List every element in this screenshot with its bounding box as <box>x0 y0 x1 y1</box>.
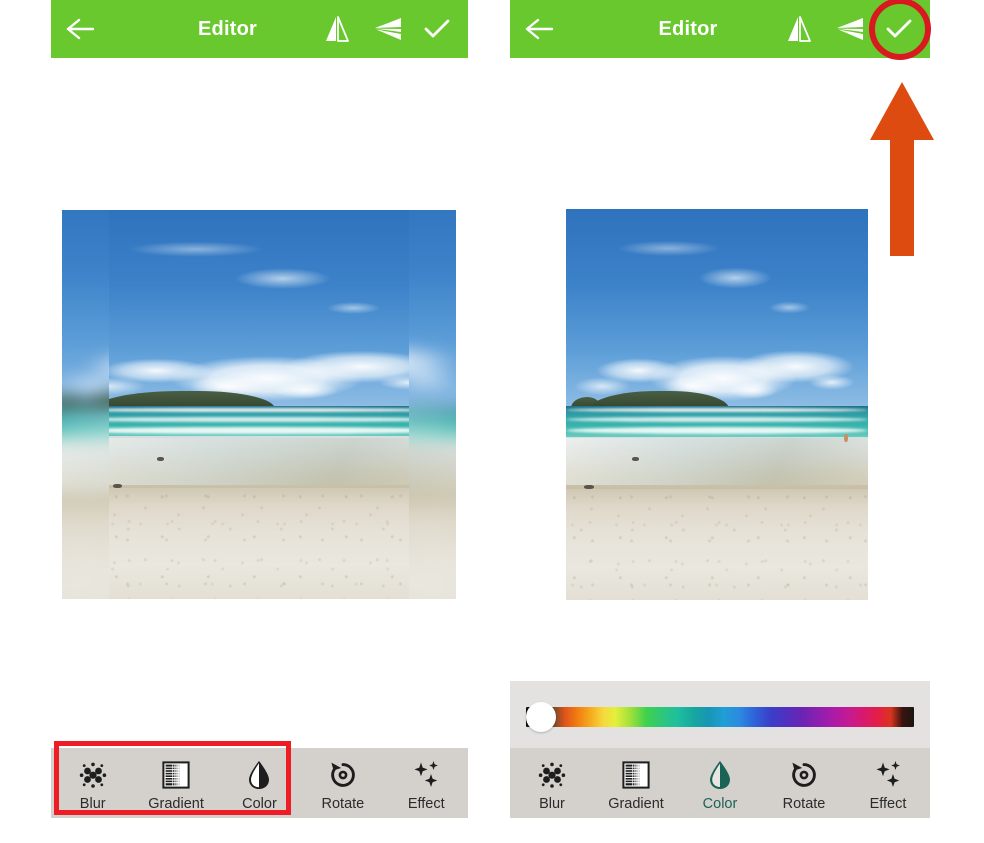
gradient-icon <box>621 758 651 792</box>
blur-dots-icon <box>535 758 569 792</box>
tool-label: Rotate <box>321 796 365 812</box>
tool-label: Effect <box>407 796 445 812</box>
perspective-button[interactable] <box>362 0 412 58</box>
tool-label: Rotate <box>782 796 826 812</box>
color-slider-panel <box>510 681 930 748</box>
app-bar: Editor <box>51 0 468 58</box>
annotation-circle-apply <box>869 0 931 60</box>
blurred-left-wing <box>62 210 109 599</box>
back-button[interactable] <box>51 0 109 58</box>
apply-check-button[interactable] <box>412 0 462 58</box>
sharp-photo-area <box>109 210 409 599</box>
perspective-button[interactable] <box>824 0 874 58</box>
tool-rotate[interactable]: Rotate <box>301 758 384 812</box>
page-title: Editor <box>658 17 718 40</box>
tool-blur[interactable]: Blur <box>510 758 594 812</box>
effect-sparkle-icon <box>410 758 442 792</box>
page-title: Editor <box>198 17 257 40</box>
photo-preview[interactable] <box>566 209 868 600</box>
app-bar: Editor <box>510 0 930 58</box>
perspective-skew-icon <box>375 18 401 40</box>
effect-sparkle-icon <box>872 758 904 792</box>
color-droplet-icon <box>706 758 734 792</box>
tool-label: Color <box>702 796 738 812</box>
tool-gradient[interactable]: Gradient <box>594 758 678 812</box>
editor-panel-before: Editor Blur Gradient Color Rotate Effect <box>51 0 468 843</box>
screenshot-stage: Editor Blur Gradient Color Rotate Effect… <box>0 0 984 843</box>
tool-effect[interactable]: Effect <box>385 758 468 812</box>
tool-label: Gradient <box>608 796 664 812</box>
tool-label: Effect <box>869 796 907 812</box>
flip-horizontal-button[interactable] <box>312 0 362 58</box>
blurred-right-wing <box>409 210 456 599</box>
tool-label: Blur <box>539 796 565 812</box>
perspective-skew-icon <box>837 18 863 40</box>
back-button[interactable] <box>510 0 568 58</box>
flip-horizontal-button[interactable] <box>774 0 824 58</box>
flip-horizontal-icon <box>326 16 349 42</box>
app-bar-actions <box>312 0 468 58</box>
color-spectrum-slider[interactable] <box>526 707 914 727</box>
flip-horizontal-icon <box>788 16 811 42</box>
rotate-icon <box>327 758 359 792</box>
annotation-rectangle-tools <box>54 741 291 815</box>
photo-preview[interactable] <box>62 210 456 599</box>
check-icon <box>424 19 450 38</box>
arrow-left-icon <box>525 18 553 40</box>
tool-color[interactable]: Color <box>678 758 762 812</box>
arrow-left-icon <box>66 18 94 40</box>
editor-toolbar: Blur Gradient Color Rotate Effect <box>510 748 930 818</box>
color-slider-handle[interactable] <box>526 702 556 732</box>
tool-rotate[interactable]: Rotate <box>762 758 846 812</box>
rotate-icon <box>788 758 820 792</box>
tool-effect[interactable]: Effect <box>846 758 930 812</box>
annotation-arrow-up <box>870 82 934 256</box>
